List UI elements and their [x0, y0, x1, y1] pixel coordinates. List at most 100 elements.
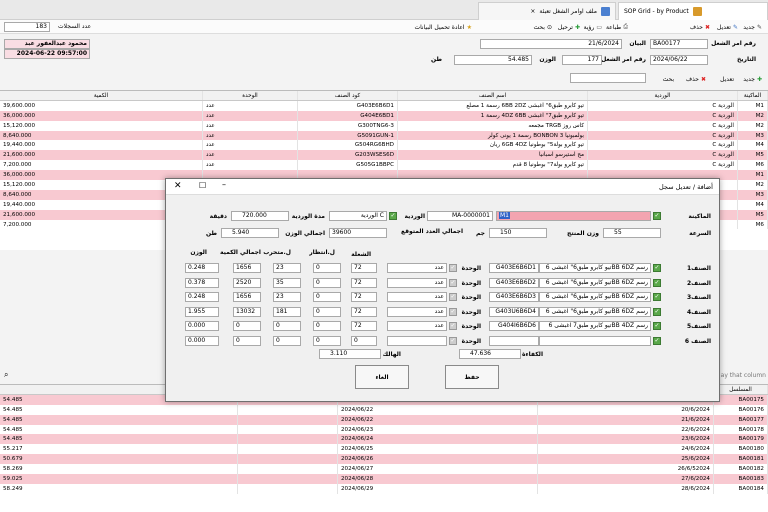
statement-field[interactable]: 21/6/2024: [480, 39, 622, 49]
cavity-field[interactable]: 72: [351, 263, 377, 273]
table-row[interactable]: BA00181 25/6/2024 2024/06/26 50.679: [0, 454, 768, 465]
grid-header[interactable]: المسلسل: [713, 385, 768, 396]
table-row[interactable]: M2 الوردية C كاس روز TRGB مجمعه G300TNG6-3 ع…: [0, 120, 768, 131]
table-row[interactable]: BA00176 20/6/2024 2024/06/22 54.485: [0, 404, 768, 415]
cavity-field[interactable]: 72: [351, 292, 377, 302]
stop-field[interactable]: 23: [273, 292, 301, 302]
sub-delete-button[interactable]: ✖ حذف: [686, 74, 706, 84]
search-icon[interactable]: ⌕: [4, 370, 8, 380]
unit-field[interactable]: عدد: [387, 277, 447, 288]
grid-header[interactable]: الماكينة: [737, 91, 768, 102]
wait-field[interactable]: 0: [313, 277, 341, 288]
machine-dropdown-icon[interactable]: ✓: [653, 212, 661, 220]
unit-field[interactable]: عدد: [387, 321, 447, 331]
item-name-field[interactable]: تيو كابرو طبق6" اغبشى 6BB 6DZ رسم: [539, 292, 651, 302]
delete-button[interactable]: ✖ حذف: [690, 22, 710, 32]
item-name-field[interactable]: تيو كابرو طبق7 اغبشى 6BB 4DZ رسم: [539, 321, 651, 331]
reload-button[interactable]: ★ اعادة تحميل البيانات: [414, 22, 472, 32]
unit-dropdown-icon[interactable]: ✓: [449, 322, 457, 330]
item-name-field[interactable]: تيو كابرو طبق6" اغبشى 6BB 6DZ رسم: [539, 277, 651, 288]
maximize-icon[interactable]: ☐: [199, 181, 206, 190]
stop-field[interactable]: 181: [273, 306, 301, 317]
grid-header[interactable]: الوردية: [587, 91, 738, 102]
print-button[interactable]: ⎙ طباعة: [606, 22, 628, 32]
table-row[interactable]: BA00182 26/6/52024 2024/06/27 58.269: [0, 464, 768, 475]
table-row[interactable]: BA00183 27/6/2024 2024/06/28 59.025: [0, 474, 768, 484]
item-name-field[interactable]: [539, 335, 651, 346]
table-row[interactable]: M6 الوردية C تيو كابرو بولة7" بوطونيا 8 قد…: [0, 160, 768, 171]
table-row[interactable]: BA00177 21/6/2024 2024/06/22 54.485: [0, 414, 768, 425]
sub-edit-button[interactable]: تعديل: [720, 74, 734, 84]
sub-search-button[interactable]: بحث: [663, 74, 674, 84]
order-no-field[interactable]: BA00177: [650, 39, 708, 49]
item-dropdown-icon[interactable]: ✓: [653, 264, 661, 272]
grid-header[interactable]: اسم الصنف: [397, 91, 588, 102]
speed-field[interactable]: 55: [603, 228, 661, 238]
table-row[interactable]: M2 الوردية C تيو كابرو طبق7" اغبشى 4DZ 6BB…: [0, 110, 768, 121]
table-row[interactable]: M5 الوردية C مج استيرسو اسبانيا G203WSES6D ع…: [0, 150, 768, 161]
edit-button[interactable]: ✎ تعديل: [717, 22, 738, 32]
item-name-field[interactable]: تيو كابرو طبق6" اغبشى 6BB 6DZ رسم: [539, 306, 651, 317]
tab-sop-grid[interactable]: SOP Grid - by Product: [618, 2, 768, 20]
unit-dropdown-icon[interactable]: ✓: [449, 336, 457, 345]
wait-field[interactable]: 0: [313, 306, 341, 317]
unit-dropdown-icon[interactable]: ✓: [449, 307, 457, 316]
item-code-field: G404I6B6D6: [489, 321, 539, 331]
cavity-field[interactable]: 72: [351, 321, 377, 331]
unit-dropdown-icon[interactable]: ✓: [449, 264, 457, 272]
item-name-field[interactable]: تيو كابرو طبق6" اغبشى 6BB 6DZ رسم: [539, 263, 651, 273]
close-icon[interactable]: ✕: [174, 181, 182, 191]
cancel-button[interactable]: الغاء: [355, 365, 409, 389]
cavity-field[interactable]: 72: [351, 277, 377, 288]
item-dropdown-icon[interactable]: ✓: [653, 322, 661, 330]
stop-field[interactable]: 0: [273, 321, 301, 331]
shift-field[interactable]: الوردية C: [329, 211, 387, 221]
table-row[interactable]: M3 الوردية C بولمبونيا 3 BONBON رسمة 1 يون…: [0, 130, 768, 141]
unit-field[interactable]: عدد: [387, 306, 447, 317]
item-dropdown-icon[interactable]: ✓: [653, 307, 661, 316]
item-dropdown-icon[interactable]: ✓: [653, 293, 661, 301]
search-button[interactable]: ⊙ بحث: [534, 22, 552, 32]
table-row[interactable]: M1 الوردية C تيو كابرو طبق6" اغبشى 6BB 2DZ…: [0, 100, 768, 111]
wait-field[interactable]: 0: [313, 335, 341, 346]
tab-work-orders[interactable]: ملف اوامر الشغل تعبئة ×: [478, 2, 616, 20]
grid-header[interactable]: كود الصنف: [297, 91, 398, 102]
wait-field[interactable]: 0: [313, 321, 341, 331]
machine-field[interactable]: M1: [496, 211, 651, 221]
date-field[interactable]: 2024/06/22: [650, 55, 708, 65]
unit-field[interactable]: عدد: [387, 292, 447, 302]
shift-dropdown-icon[interactable]: ✓: [389, 212, 397, 220]
item-dropdown-icon[interactable]: ✓: [653, 336, 661, 345]
new-button[interactable]: ✎ جديد: [743, 22, 762, 32]
item-dropdown-icon[interactable]: ✓: [653, 278, 661, 287]
duration-field[interactable]: 720.000: [231, 211, 289, 221]
table-row[interactable]: BA00178 22/6/2024 2024/06/23 54.485: [0, 424, 768, 435]
grid-header[interactable]: الكمية: [0, 91, 203, 102]
weight-field[interactable]: 54.485: [454, 55, 532, 65]
stop-field[interactable]: 0: [273, 335, 301, 346]
wait-field[interactable]: 0: [313, 292, 341, 302]
table-row[interactable]: BA00180 24/6/2024 2024/06/25 55.217: [0, 444, 768, 455]
table-row[interactable]: BA00184 28/6/2024 2024/06/29 58.249: [0, 483, 768, 494]
stop-field[interactable]: 35: [273, 277, 301, 288]
grid-header[interactable]: الوحدة: [202, 91, 298, 102]
unit-field[interactable]: [387, 335, 447, 346]
cavity-field[interactable]: 0: [351, 335, 377, 346]
unit-dropdown-icon[interactable]: ✓: [449, 293, 457, 301]
sub-search-input[interactable]: [570, 73, 646, 83]
transfer-button[interactable]: ✚ ترحيل: [558, 22, 580, 32]
unit-dropdown-icon[interactable]: ✓: [449, 278, 457, 287]
save-button[interactable]: حفظ: [445, 365, 499, 389]
stop-field[interactable]: 23: [273, 263, 301, 273]
table-row[interactable]: M4 الوردية C تيو كابرو بولة5" بوطونيا 6GB …: [0, 140, 768, 151]
orderid-field[interactable]: 177: [562, 55, 602, 65]
close-icon[interactable]: ×: [530, 8, 535, 15]
sub-new-button[interactable]: ✚ جديد: [743, 74, 762, 84]
view-button[interactable]: ▭ رؤية: [584, 22, 602, 32]
prodweight-field[interactable]: 150: [489, 228, 547, 238]
minimize-icon[interactable]: –: [222, 180, 226, 189]
unit-field[interactable]: عدد: [387, 263, 447, 273]
table-row[interactable]: BA00179 23/6/2024 2024/06/24 54.485: [0, 434, 768, 445]
cavity-field[interactable]: 72: [351, 306, 377, 317]
wait-field[interactable]: 0: [313, 263, 341, 273]
